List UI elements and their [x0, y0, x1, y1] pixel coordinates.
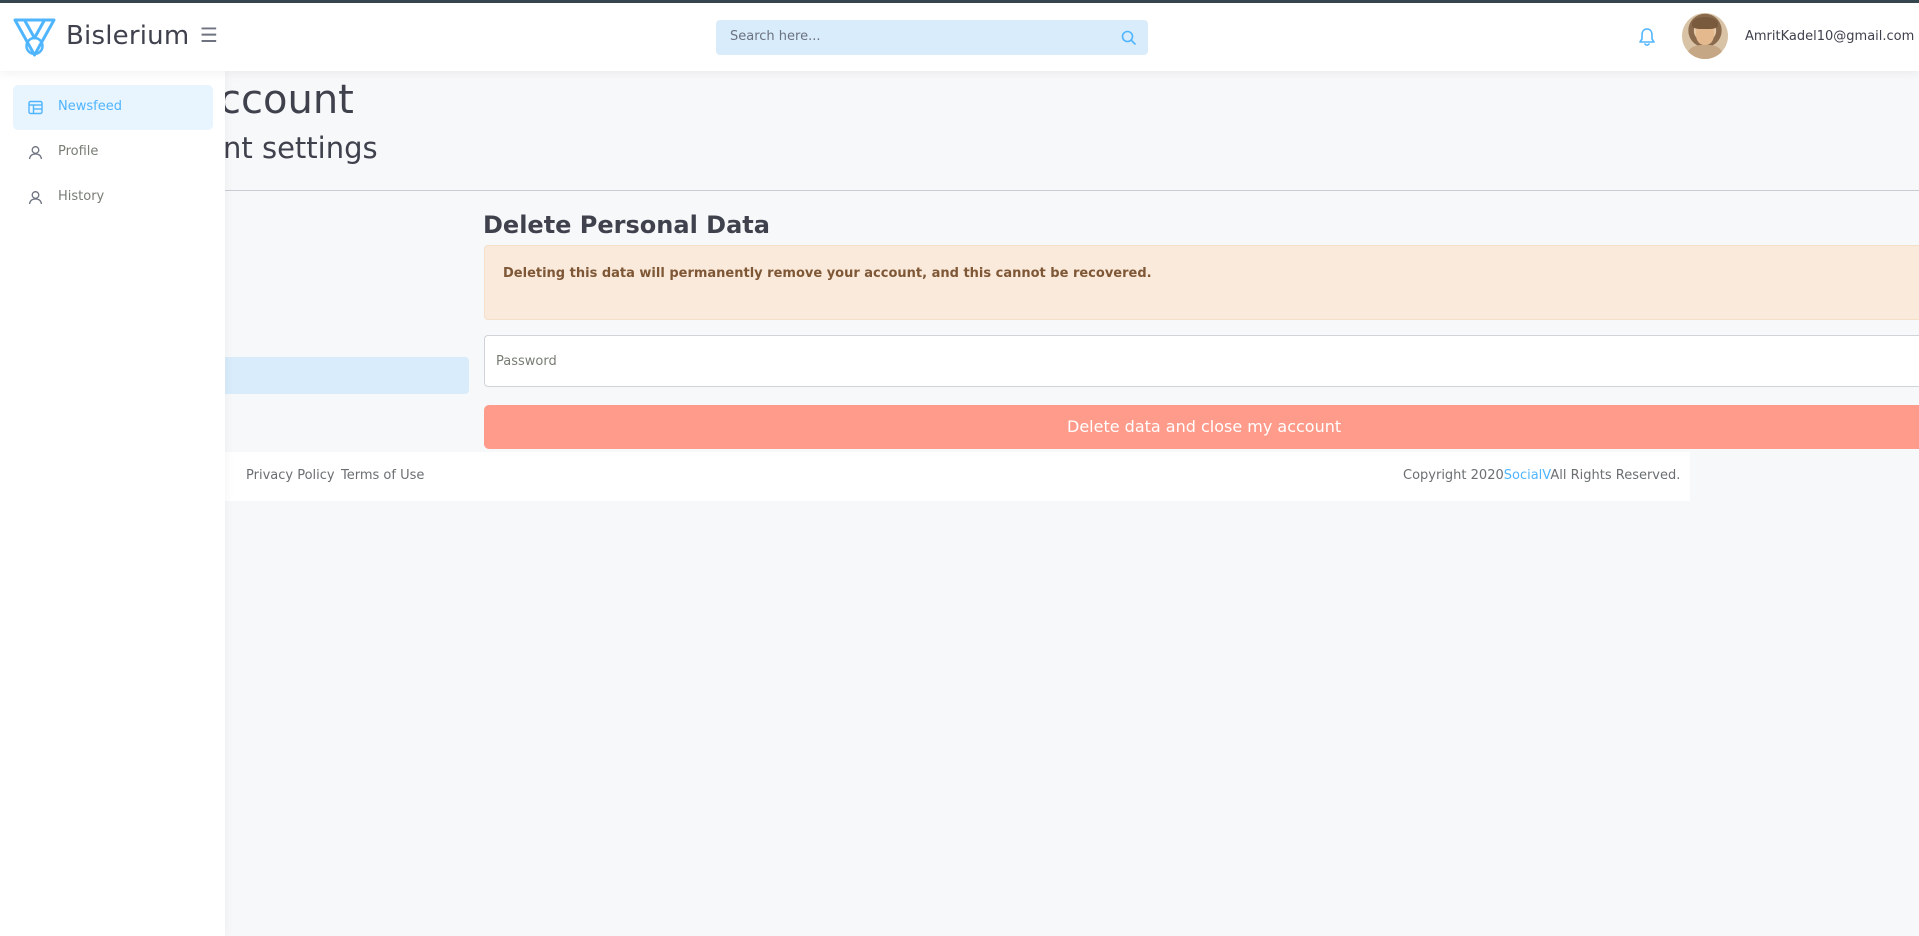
copyright-brand-link[interactable]: SocialV — [1504, 468, 1551, 483]
sidebar-item-profile[interactable]: Profile — [13, 130, 213, 175]
search-icon[interactable] — [1121, 30, 1136, 45]
user-email[interactable]: AmritKadel10@gmail.com — [1745, 29, 1914, 44]
section-title: Delete Personal Data — [483, 211, 770, 239]
delete-account-button[interactable]: Delete data and close my account — [484, 405, 1919, 449]
user-icon — [28, 146, 43, 160]
terms-of-use-link[interactable]: Terms of Use — [341, 468, 424, 483]
settings-nav-active-item[interactable] — [225, 357, 469, 394]
sidebar-item-label: History — [58, 189, 105, 204]
avatar-hair — [1692, 17, 1718, 29]
copyright-text: Copyright 2020SocialVAll Rights Reserved… — [1403, 468, 1680, 483]
sidebar-item-newsfeed[interactable]: Newsfeed — [13, 85, 213, 130]
search-bar[interactable]: Search here... — [716, 20, 1148, 55]
avatar-body — [1688, 45, 1722, 59]
delete-account-button-label: Delete data and close my account — [1067, 417, 1342, 436]
sidebar-item-history[interactable]: History — [13, 175, 213, 220]
newsfeed-icon — [28, 100, 43, 115]
top-navbar: Bislerium ☰ Search here... AmritKadel10@… — [0, 3, 1919, 71]
divider — [225, 190, 1919, 191]
menu-toggle-icon[interactable]: ☰ — [200, 25, 218, 45]
copyright-prefix: Copyright 2020 — [1403, 468, 1504, 483]
logo-icon[interactable] — [12, 16, 57, 59]
sidebar: Newsfeed Profile History — [0, 71, 225, 936]
warning-text: Deleting this data will permanently remo… — [503, 266, 1152, 281]
copyright-suffix: All Rights Reserved. — [1550, 468, 1681, 483]
sidebar-item-label: Newsfeed — [58, 99, 122, 114]
notification-bell-icon[interactable] — [1638, 27, 1656, 47]
password-field[interactable] — [484, 335, 1919, 387]
avatar[interactable] — [1682, 13, 1728, 59]
user-icon — [28, 191, 43, 205]
warning-alert: Deleting this data will permanently remo… — [484, 245, 1919, 320]
sidebar-item-label: Profile — [58, 144, 99, 159]
footer: Privacy Policy Terms of Use Copyright 20… — [225, 452, 1690, 501]
privacy-policy-link[interactable]: Privacy Policy — [246, 468, 335, 483]
brand-name[interactable]: Bislerium — [66, 21, 189, 51]
main-content: ur account ccount settings Delete Person… — [0, 71, 1919, 936]
search-input[interactable]: Search here... — [730, 29, 821, 44]
